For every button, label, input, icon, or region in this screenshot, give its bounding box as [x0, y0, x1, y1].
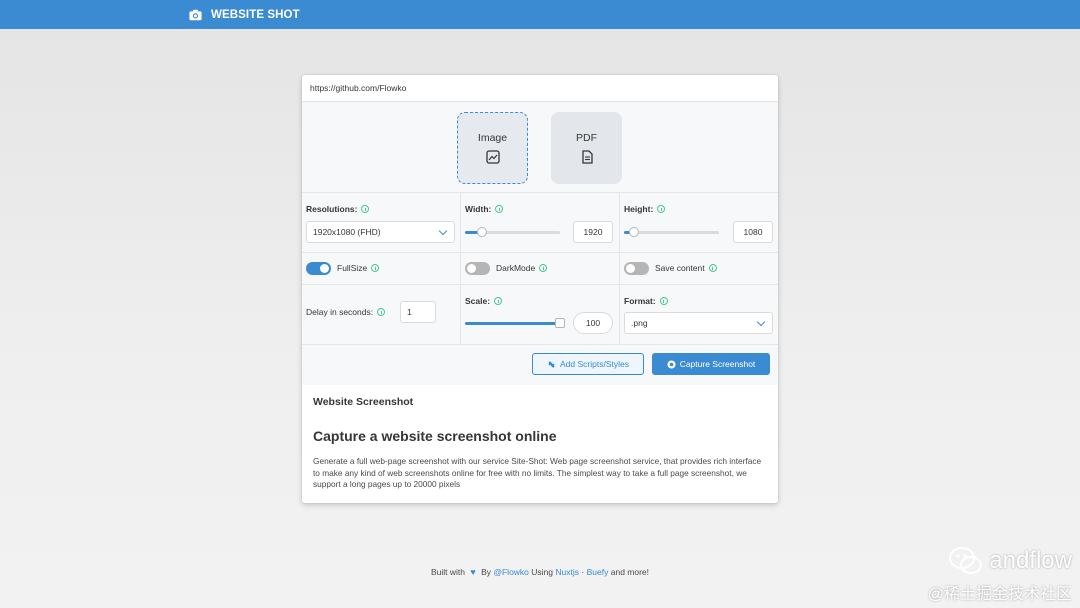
format-label-text: Format:	[624, 296, 656, 306]
info-icon[interactable]	[377, 308, 386, 316]
add-scripts-button[interactable]: Add Scripts/Styles	[532, 353, 644, 375]
image-icon	[485, 150, 500, 164]
capture-label: Capture Screenshot	[679, 359, 756, 369]
slider-thumb[interactable]	[555, 318, 565, 328]
info-icon[interactable]	[708, 264, 717, 272]
watermark-line2: @稀土掘金技术社区	[927, 586, 1072, 603]
add-scripts-label: Add Scripts/Styles	[560, 359, 629, 369]
buefy-link[interactable]: Buefy	[587, 567, 609, 577]
code-icon	[548, 361, 555, 367]
width-slider[interactable]	[465, 227, 560, 237]
divider	[619, 192, 620, 344]
watermark-line1: andflow	[928, 546, 1072, 576]
save-content-toggle[interactable]	[624, 262, 649, 275]
height-label: Height:	[624, 204, 666, 214]
footer-using: Using	[531, 567, 554, 577]
slider-fill	[465, 322, 560, 325]
width-label: Width:	[465, 204, 504, 214]
darkmode-label: DarkMode	[496, 263, 548, 273]
height-input[interactable]: 1080	[733, 221, 773, 243]
delay-label: Delay in seconds:	[306, 307, 386, 317]
options-panel: Image PDF Resolutions: 1920x1080 (FHD) W…	[302, 102, 778, 385]
brand-title: WEBSITE SHOT	[211, 8, 300, 21]
resolutions-select[interactable]: 1920x1080 (FHD)	[306, 221, 455, 243]
divider	[302, 344, 778, 345]
fullsize-label-text: FullSize	[337, 263, 368, 273]
footer-dot: ·	[581, 567, 585, 577]
info-icon[interactable]	[361, 205, 370, 213]
author-link[interactable]: @Flowko	[493, 567, 529, 577]
toggle-knob	[626, 264, 635, 273]
divider	[460, 192, 461, 344]
nuxtjs-link[interactable]: Nuxtjs	[555, 567, 579, 577]
height-value: 1080	[743, 227, 763, 237]
width-input[interactable]: 1920	[573, 221, 613, 243]
save-content-label: Save content	[655, 263, 717, 273]
chevron-down-icon	[756, 317, 766, 327]
toggle-knob	[320, 264, 329, 273]
scale-label-text: Scale:	[465, 296, 491, 306]
delay-value: 1	[407, 307, 412, 317]
info-icon[interactable]	[657, 205, 666, 213]
screenshot-card: Image PDF Resolutions: 1920x10	[302, 75, 778, 503]
info-icon[interactable]	[539, 264, 548, 272]
width-label-text: Width:	[465, 204, 492, 214]
url-input[interactable]	[302, 75, 778, 102]
document-icon	[581, 150, 593, 164]
info-icon[interactable]	[371, 264, 380, 272]
info-icon[interactable]	[494, 297, 503, 305]
toggle-knob	[467, 264, 476, 273]
description-section: Website Screenshot Capture a website scr…	[313, 396, 768, 491]
scale-slider[interactable]	[465, 318, 565, 328]
camera-icon	[189, 9, 202, 20]
camera-icon	[667, 359, 676, 369]
resolutions-label: Resolutions:	[306, 204, 370, 214]
navbar: WEBSITE SHOT	[0, 0, 1080, 29]
resolutions-label-text: Resolutions:	[306, 204, 358, 214]
watermark: andflow @稀土掘金技术社区	[928, 546, 1072, 604]
section-heading: Website Screenshot	[313, 396, 414, 408]
brand-link[interactable]: WEBSITE SHOT	[189, 9, 300, 21]
watermark-text: andflow	[989, 547, 1072, 574]
chevron-down-icon	[438, 226, 448, 236]
format-select[interactable]: .png	[624, 312, 773, 334]
slider-thumb[interactable]	[477, 227, 488, 237]
footer-built-with: Built with	[430, 567, 465, 577]
save-content-label-text: Save content	[655, 263, 705, 273]
capture-screenshot-button[interactable]: Capture Screenshot	[652, 353, 770, 375]
wechat-icon	[949, 547, 983, 574]
fullsize-toggle[interactable]	[306, 262, 331, 275]
scale-input[interactable]: 100	[573, 312, 613, 334]
darkmode-label-text: DarkMode	[496, 263, 536, 273]
fullsize-label: FullSize	[337, 263, 380, 273]
type-image-button[interactable]: Image	[457, 112, 528, 184]
footer-more: and more!	[610, 567, 650, 577]
section-title: Capture a website screenshot online	[313, 428, 557, 444]
delay-label-text: Delay in seconds:	[306, 307, 374, 317]
darkmode-toggle[interactable]	[465, 262, 490, 275]
height-label-text: Height:	[624, 204, 654, 214]
divider	[302, 252, 778, 253]
resolutions-value: 1920x1080 (FHD)	[313, 227, 381, 237]
footer-by: By	[481, 567, 491, 577]
type-image-label: Image	[477, 132, 508, 144]
format-label: Format:	[624, 296, 668, 306]
info-icon[interactable]	[495, 205, 504, 213]
section-body: Generate a full web-page screenshot with…	[313, 456, 762, 489]
delay-input[interactable]: 1	[400, 301, 436, 323]
divider	[302, 192, 778, 193]
heart-icon: ♥	[470, 567, 476, 577]
slider-thumb[interactable]	[628, 227, 639, 237]
divider	[302, 284, 778, 285]
type-pdf-label: PDF	[576, 132, 597, 144]
footer: Built with ♥ By @Flowko Using Nuxtjs · B…	[0, 567, 1080, 577]
width-value: 1920	[583, 227, 603, 237]
type-pdf-button[interactable]: PDF	[551, 112, 622, 184]
scale-label: Scale:	[465, 296, 503, 306]
height-slider[interactable]	[624, 227, 719, 237]
info-icon[interactable]	[659, 297, 668, 305]
scale-value: 100	[585, 318, 601, 328]
format-value: .png	[631, 318, 648, 328]
